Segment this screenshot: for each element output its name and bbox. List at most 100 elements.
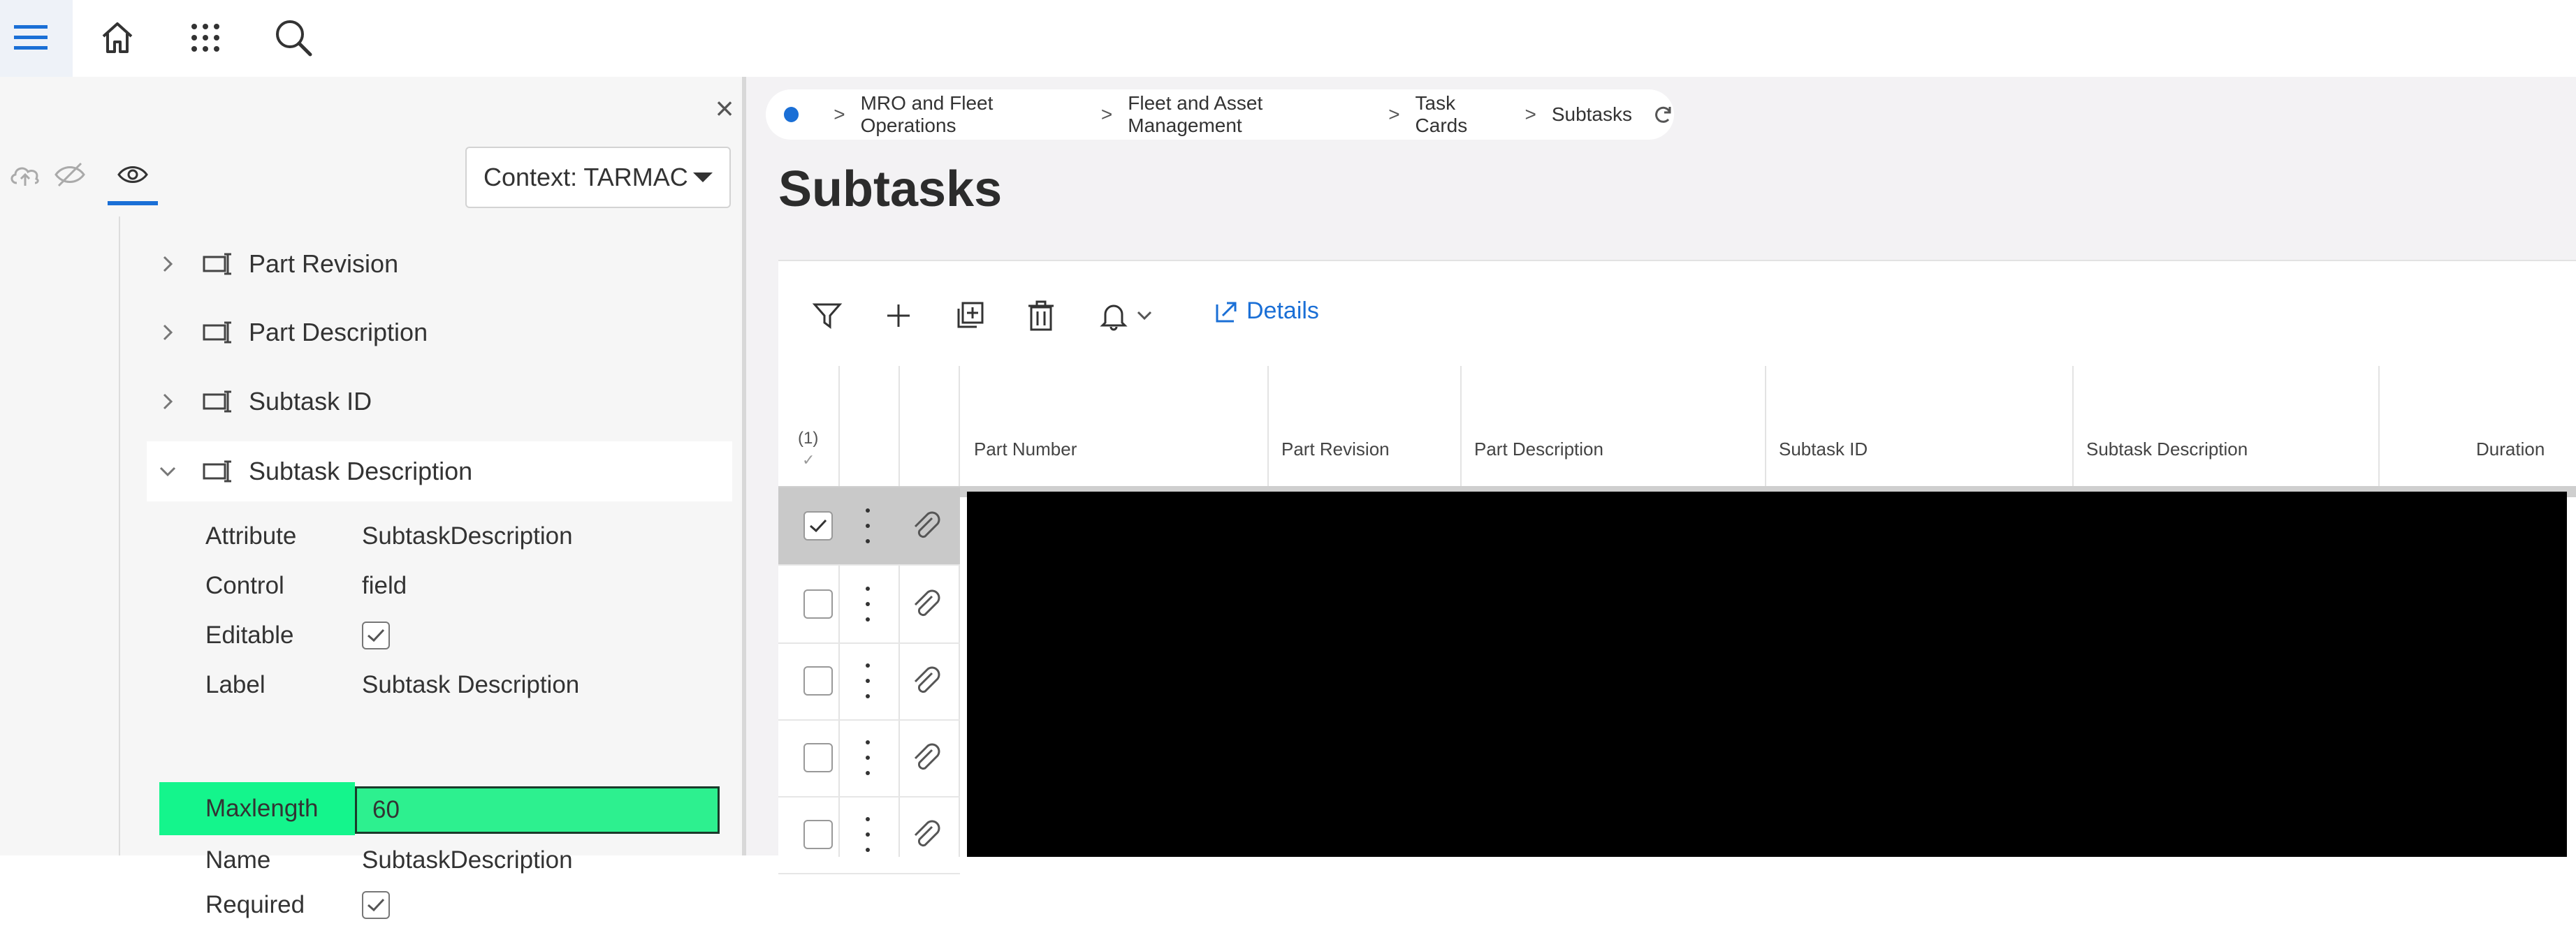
tree-item-label: Subtask Description: [249, 457, 473, 485]
property-key: Control: [205, 572, 284, 599]
row-checkbox[interactable]: [803, 743, 833, 772]
row-more-icon[interactable]: [861, 587, 875, 622]
attachment-icon[interactable]: [908, 740, 943, 775]
details-link[interactable]: Details: [1214, 297, 1319, 325]
breadcrumb-item[interactable]: Fleet and Asset Management: [1128, 92, 1373, 137]
tree-item-label: Part Revision: [249, 249, 399, 278]
attachment-icon[interactable]: [908, 817, 943, 852]
chevron-down-icon[interactable]: [1130, 295, 1158, 337]
row-checkbox[interactable]: [803, 666, 833, 696]
attachment-icon[interactable]: [908, 663, 943, 698]
table-row[interactable]: [778, 487, 960, 566]
breadcrumb-item[interactable]: Task Cards: [1416, 92, 1510, 137]
row-checkbox[interactable]: [803, 589, 833, 619]
field-icon: [203, 389, 242, 414]
table-row[interactable]: [778, 566, 960, 644]
context-dropdown[interactable]: Context: TARMAC: [465, 147, 731, 208]
eye-off-icon[interactable]: [50, 155, 89, 194]
top-bar: [0, 0, 2576, 77]
search-icon[interactable]: [268, 13, 319, 63]
property-name: Name SubtaskDescription: [161, 836, 725, 885]
column-header-duration[interactable]: Duration: [2476, 439, 2545, 460]
breadcrumb-separator: >: [1525, 103, 1536, 125]
tree-item-subtask-id[interactable]: Subtask ID: [147, 372, 732, 432]
chevron-right-icon[interactable]: [147, 323, 189, 342]
home-icon[interactable]: [92, 13, 143, 63]
duplicate-icon[interactable]: [949, 295, 991, 337]
property-value[interactable]: Subtask Description: [362, 671, 579, 699]
context-label: Context: TARMAC: [483, 163, 688, 191]
row-more-icon[interactable]: [861, 663, 875, 698]
property-required: Required: [161, 884, 725, 926]
attachment-icon[interactable]: [908, 587, 943, 622]
column-header-part-description[interactable]: Part Description: [1474, 439, 1603, 460]
property-value[interactable]: SubtaskDescription: [362, 846, 573, 874]
row-more-icon[interactable]: [861, 817, 875, 852]
column-header-subtask-description[interactable]: Subtask Description: [2086, 439, 2248, 460]
property-value[interactable]: field: [362, 572, 407, 600]
property-key: Label: [205, 671, 265, 698]
subtasks-card: Details (1) ✓ Part Number Part Revision …: [778, 260, 2576, 874]
column-header-part-revision[interactable]: Part Revision: [1281, 439, 1390, 460]
property-key: Maxlength: [205, 795, 319, 822]
property-editable: Editable: [161, 611, 725, 660]
cloud-upload-icon[interactable]: [6, 155, 45, 194]
chevron-right-icon[interactable]: [147, 254, 189, 274]
row-more-icon[interactable]: [861, 508, 875, 543]
table-row[interactable]: [778, 719, 960, 798]
tree-item-part-revision[interactable]: Part Revision: [147, 234, 732, 294]
property-key: Editable: [205, 622, 294, 649]
table-row[interactable]: [778, 796, 960, 874]
field-icon: [203, 320, 242, 345]
refresh-icon[interactable]: [1653, 104, 1674, 125]
breadcrumb-item[interactable]: Subtasks: [1552, 103, 1632, 126]
property-value[interactable]: SubtaskDescription: [362, 522, 573, 550]
property-label: Label Subtask Description: [161, 661, 725, 710]
redacted-data-region: [967, 492, 2567, 857]
breadcrumb-separator: >: [1388, 103, 1400, 125]
add-icon[interactable]: [878, 295, 919, 337]
hamburger-menu-icon[interactable]: [6, 13, 56, 63]
caret-down-icon: [693, 172, 713, 182]
property-key: Required: [205, 891, 305, 918]
tree-item-part-description[interactable]: Part Description: [147, 302, 732, 362]
column-header-part-number[interactable]: Part Number: [974, 439, 1077, 460]
row-more-icon[interactable]: [861, 740, 875, 775]
property-key: Attribute: [205, 522, 297, 550]
field-icon: [203, 251, 242, 277]
breadcrumb-separator: >: [1100, 103, 1113, 125]
breadcrumb-item[interactable]: MRO and Fleet Operations: [861, 92, 1086, 137]
close-panel-button[interactable]: ×: [707, 91, 742, 126]
subtasks-table: (1) ✓ Part Number Part Revision Part Des…: [778, 366, 2576, 874]
tree-item-subtask-description[interactable]: Subtask Description: [147, 441, 732, 501]
field-icon: [203, 459, 242, 484]
table-row[interactable]: [778, 642, 960, 721]
main-content: > MRO and Fleet Operations > Fleet and A…: [746, 77, 2576, 874]
maxlength-input[interactable]: 60: [355, 786, 720, 834]
eye-icon[interactable]: [113, 155, 152, 194]
column-header-subtask-id[interactable]: Subtask ID: [1779, 439, 1868, 460]
required-checkbox[interactable]: [362, 891, 390, 919]
tree-item-label: Part Description: [249, 318, 428, 346]
apps-grid-icon[interactable]: [180, 13, 231, 63]
editable-checkbox[interactable]: [362, 622, 390, 649]
row-checkbox[interactable]: [803, 511, 833, 541]
attachment-icon[interactable]: [908, 508, 943, 543]
open-external-icon: [1216, 302, 1237, 322]
home-dot-icon[interactable]: [784, 107, 799, 122]
filter-icon[interactable]: [806, 295, 848, 337]
tree-item-label: Subtask ID: [249, 387, 372, 416]
property-key: Name: [205, 846, 271, 874]
tree-guide-line: [119, 216, 120, 855]
chevron-down-icon[interactable]: [147, 464, 189, 478]
select-all-check-icon[interactable]: ✓: [802, 451, 815, 469]
chevron-right-icon[interactable]: [147, 392, 189, 411]
property-control: Control field: [161, 561, 725, 610]
bell-icon[interactable]: [1093, 295, 1135, 337]
delete-icon[interactable]: [1020, 295, 1062, 337]
designer-panel: × Context: TARMAC Part Revision Part Des…: [0, 77, 746, 919]
breadcrumb: > MRO and Fleet Operations > Fleet and A…: [766, 89, 1674, 140]
active-view-indicator: [108, 201, 158, 205]
row-checkbox[interactable]: [803, 820, 833, 849]
details-label: Details: [1246, 297, 1319, 324]
